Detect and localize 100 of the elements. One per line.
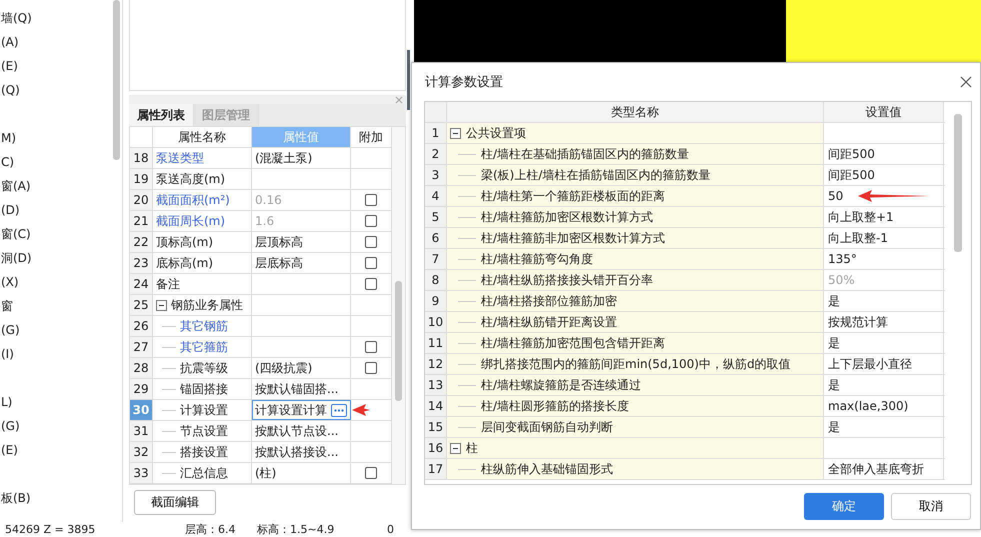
tree-item[interactable]: (I) bbox=[1, 347, 14, 361]
checkbox[interactable] bbox=[365, 257, 377, 269]
collapse-icon[interactable] bbox=[450, 442, 461, 454]
tree-item[interactable]: 墙(Q) bbox=[1, 11, 32, 25]
group-name: 公共设置项 bbox=[466, 124, 526, 142]
checkbox[interactable] bbox=[365, 194, 377, 206]
tree-item[interactable]: (D) bbox=[1, 203, 20, 217]
setting-name: 柱/墙柱箍筋加密区根数计算方式 bbox=[481, 208, 654, 226]
tree-item[interactable]: M) bbox=[1, 131, 16, 145]
setting-name: 梁(板)上柱/墙柱在插筋锚固区内的箍筋数量 bbox=[481, 166, 710, 184]
coordinates-text: 54269 Z = 3895 bbox=[5, 522, 96, 537]
property-link[interactable]: 截面周长(m) bbox=[156, 212, 226, 230]
confirm-button[interactable]: 确定 bbox=[804, 493, 884, 520]
setting-value[interactable]: 按规范计算 bbox=[828, 314, 888, 330]
setting-value[interactable]: 间距500 bbox=[828, 146, 875, 162]
cancel-button[interactable]: 取消 bbox=[891, 493, 971, 520]
setting-value[interactable]: 是 bbox=[828, 292, 840, 310]
property-name: 锚固搭接 bbox=[180, 380, 228, 398]
row-number: 24 bbox=[130, 274, 153, 294]
column-header: 类型名称 bbox=[447, 102, 824, 122]
tree-item[interactable]: C) bbox=[1, 155, 14, 169]
setting-name: 柱/墙柱第一个箍筋距楼板面的距离 bbox=[481, 188, 666, 204]
setting-value[interactable]: 上下层最小直径 bbox=[828, 356, 912, 372]
property-value: 按默认搭接设... bbox=[255, 444, 338, 460]
setting-value[interactable]: 向上取整-1 bbox=[828, 230, 888, 246]
setting-value[interactable]: 135° bbox=[828, 252, 857, 266]
section-edit-button[interactable]: 截面编辑 bbox=[134, 490, 216, 515]
checkbox[interactable] bbox=[365, 236, 377, 248]
property-name: 搭接设置 bbox=[180, 444, 228, 460]
setting-name: 柱/墙柱纵筋搭接接头错开百分率 bbox=[481, 272, 654, 288]
property-link[interactable]: 其它钢筋 bbox=[180, 318, 228, 334]
checkbox[interactable] bbox=[365, 278, 377, 290]
row-number: 32 bbox=[130, 442, 153, 462]
setting-value[interactable]: 全部伸入基底弯折 bbox=[828, 460, 924, 478]
tree-item[interactable]: 窗(C) bbox=[1, 227, 31, 241]
property-link[interactable]: 截面面积(m²) bbox=[156, 192, 230, 208]
setting-name: 层间变截面钢筋自动判断 bbox=[481, 418, 613, 436]
floor-height-text: 层高：6.4 bbox=[185, 522, 236, 537]
checkbox[interactable] bbox=[365, 215, 377, 227]
setting-value[interactable]: 50 bbox=[828, 189, 844, 203]
elevation-text: 标高：1.5~4.9 bbox=[257, 522, 336, 537]
drawing-canvas[interactable] bbox=[414, 0, 981, 62]
tree-item[interactable]: (Q) bbox=[1, 83, 20, 97]
tree-item[interactable]: (E) bbox=[1, 59, 18, 73]
property-link[interactable]: 泵送类型 bbox=[156, 150, 204, 166]
row-number: 6 bbox=[425, 228, 447, 248]
setting-name: 柱/墙柱圆形箍筋的搭接长度 bbox=[481, 398, 630, 414]
tree-item[interactable]: 板(B) bbox=[1, 491, 31, 505]
row-number: 14 bbox=[425, 396, 447, 416]
setting-name: 柱纵筋伸入基础锚固形式 bbox=[481, 460, 613, 478]
setting-value[interactable]: 是 bbox=[828, 376, 840, 394]
collapse-icon[interactable] bbox=[450, 128, 461, 138]
row-number: 28 bbox=[130, 358, 153, 378]
close-icon[interactable] bbox=[960, 76, 972, 88]
more-button[interactable] bbox=[331, 404, 347, 416]
checkbox[interactable] bbox=[365, 341, 377, 353]
row-number: 3 bbox=[425, 165, 447, 185]
setting-name: 柱/墙柱箍筋非加密区根数计算方式 bbox=[481, 230, 666, 246]
scrollbar-thumb[interactable] bbox=[113, 0, 120, 160]
setting-name: 柱/墙柱在基础插筋锚固区内的箍筋数量 bbox=[481, 146, 690, 162]
tab[interactable]: 属性列表 bbox=[129, 104, 194, 126]
property-name: 节点设置 bbox=[180, 422, 228, 440]
scrollbar-thumb[interactable] bbox=[954, 114, 962, 252]
setting-value[interactable]: 向上取整+1 bbox=[828, 208, 894, 226]
row-number: 29 bbox=[130, 379, 153, 399]
tree-item[interactable]: (X) bbox=[1, 275, 19, 289]
column-header: 设置值 bbox=[824, 102, 944, 122]
row-number: 11 bbox=[425, 333, 447, 353]
checkbox[interactable] bbox=[365, 362, 377, 374]
property-link[interactable]: 其它箍筋 bbox=[180, 338, 228, 356]
tree-item[interactable]: 窗(A) bbox=[1, 179, 31, 193]
column-header: 属性值 bbox=[252, 127, 351, 147]
value-field[interactable]: 计算设置计算 bbox=[255, 402, 327, 418]
tree-item[interactable]: (G) bbox=[1, 419, 20, 433]
collapse-icon[interactable] bbox=[156, 300, 167, 310]
row-number: 5 bbox=[425, 207, 447, 227]
tree-item[interactable]: (A) bbox=[1, 35, 19, 49]
row-number: 7 bbox=[425, 249, 447, 269]
row-number: 12 bbox=[425, 354, 447, 374]
tree-item[interactable]: 窗 bbox=[1, 299, 13, 313]
property-name: 汇总信息 bbox=[180, 464, 228, 482]
property-name: 泵送高度(m) bbox=[156, 170, 226, 188]
row-number: 8 bbox=[425, 270, 447, 290]
row-number: 27 bbox=[130, 337, 153, 357]
setting-value[interactable]: max(lae,300) bbox=[828, 399, 908, 413]
property-value: 层顶标高 bbox=[255, 234, 303, 250]
property-value: 1.6 bbox=[255, 214, 274, 228]
tree-item[interactable]: (E) bbox=[1, 443, 18, 457]
property-value: 按默认节点设... bbox=[255, 422, 338, 440]
tree-item[interactable]: 洞(D) bbox=[1, 251, 32, 265]
checkbox[interactable] bbox=[365, 467, 377, 479]
property-value: 层底标高 bbox=[255, 254, 303, 272]
setting-value[interactable]: 间距500 bbox=[828, 166, 875, 184]
property-value: 按默认锚固搭... bbox=[255, 380, 338, 398]
row-number: 19 bbox=[130, 169, 153, 189]
setting-value[interactable]: 是 bbox=[828, 334, 840, 352]
tree-item[interactable]: L) bbox=[1, 395, 12, 409]
setting-value[interactable]: 是 bbox=[828, 418, 840, 436]
tree-item[interactable]: (G) bbox=[1, 323, 20, 337]
scrollbar-thumb[interactable] bbox=[395, 281, 402, 401]
